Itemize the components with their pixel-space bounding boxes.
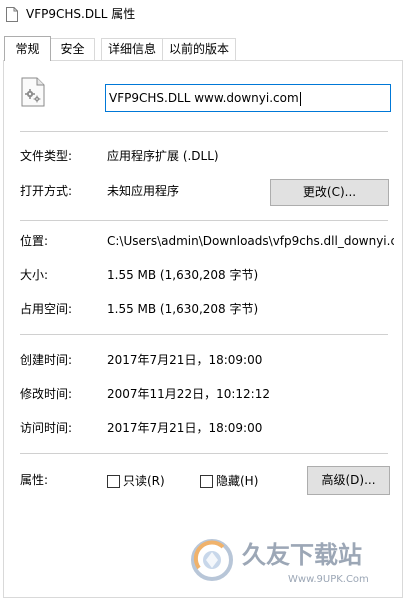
change-button[interactable]: 更改(C)... — [270, 179, 389, 206]
file-name-text: VFP9CHS.DLL www.downyi.com — [109, 91, 299, 105]
watermark-url: Www.9UPK.Com — [288, 574, 369, 585]
modified-value: 2007年11月22日，10:12:12 — [107, 387, 270, 401]
watermark-brand: 久友下载站 — [242, 541, 362, 569]
separator — [20, 220, 388, 221]
hidden-checkbox-label: 隐藏(H) — [216, 474, 259, 488]
tab-details[interactable]: 详细信息 — [101, 38, 163, 60]
tab-strip: 常规 安全 详细信息 以前的版本 — [0, 36, 405, 61]
tab-previous-versions[interactable]: 以前的版本 — [162, 38, 236, 60]
tab-general[interactable]: 常规 — [4, 36, 51, 61]
file-type-value: 应用程序扩展 (.DLL) — [107, 149, 219, 163]
accessed-value: 2017年7月21日，18:09:00 — [107, 421, 263, 435]
size-label: 大小: — [20, 268, 49, 282]
readonly-checkbox-label: 只读(R) — [123, 474, 165, 488]
location-label: 位置: — [20, 234, 49, 248]
dll-gear-file-icon — [21, 77, 45, 107]
file-name-field[interactable]: VFP9CHS.DLL www.downyi.com — [105, 84, 391, 112]
advanced-button[interactable]: 高级(D)... — [307, 466, 390, 495]
watermark: 久友下载站 Www.9UPK.Com — [180, 534, 405, 598]
document-icon — [6, 7, 18, 22]
watermark-logo-icon — [191, 539, 233, 581]
created-label: 创建时间: — [20, 353, 73, 367]
opens-with-label: 打开方式: — [20, 184, 73, 198]
hidden-checkbox-box[interactable] — [200, 475, 213, 488]
separator — [20, 453, 388, 454]
location-value[interactable]: C:\Users\admin\Downloads\vfp9chs.dll_dow… — [107, 234, 394, 249]
tab-security[interactable]: 安全 — [50, 38, 95, 60]
size-on-disk-label: 占用空间: — [20, 302, 73, 316]
text-caret — [299, 91, 301, 106]
window-title: VFP9CHS.DLL 属性 — [26, 7, 136, 21]
accessed-label: 访问时间: — [20, 421, 73, 435]
attributes-label: 属性: — [20, 473, 49, 487]
separator — [20, 131, 388, 132]
file-type-label: 文件类型: — [20, 149, 73, 163]
readonly-checkbox-box[interactable] — [107, 475, 120, 488]
size-value: 1.55 MB (1,630,208 字节) — [107, 268, 259, 282]
modified-label: 修改时间: — [20, 387, 73, 401]
opens-with-value: 未知应用程序 — [107, 184, 180, 198]
created-value: 2017年7月21日，18:09:00 — [107, 353, 263, 367]
separator — [20, 334, 388, 335]
size-on-disk-value: 1.55 MB (1,630,208 字节) — [107, 302, 259, 316]
title-bar: VFP9CHS.DLL 属性 — [0, 0, 405, 30]
general-panel — [3, 60, 403, 598]
